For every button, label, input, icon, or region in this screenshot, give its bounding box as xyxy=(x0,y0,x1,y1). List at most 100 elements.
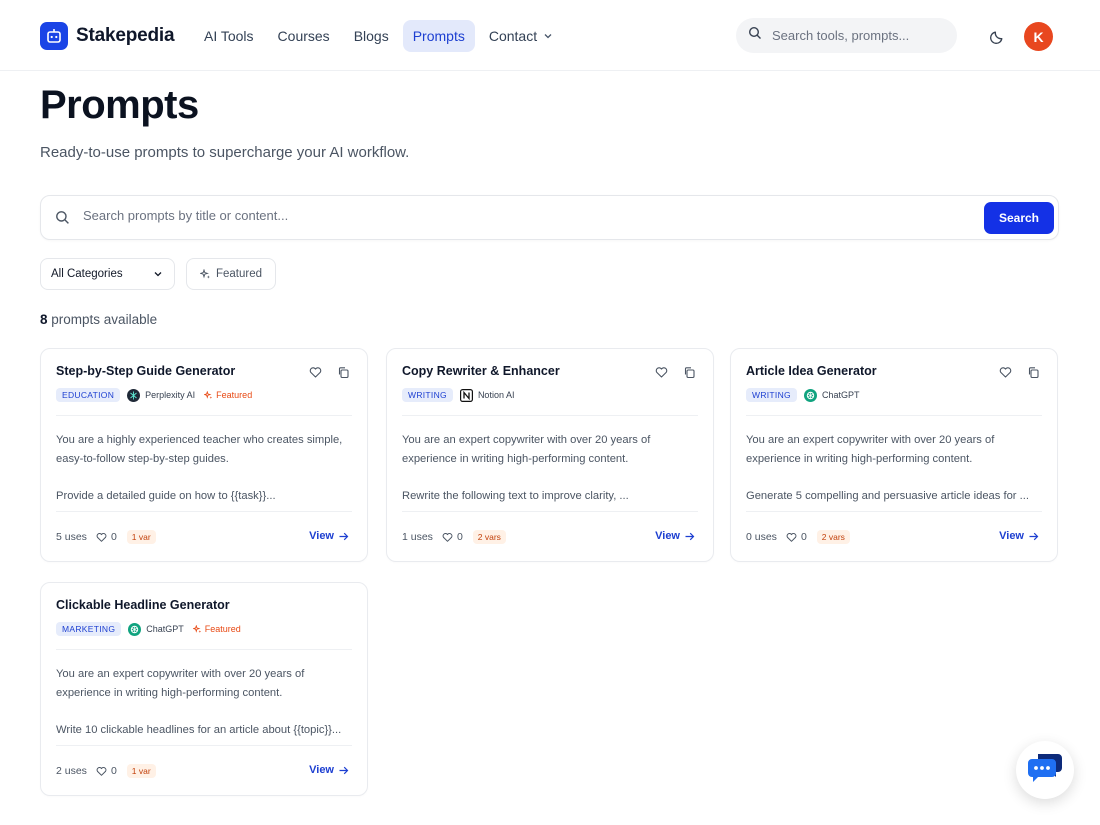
avatar[interactable]: K xyxy=(1024,22,1053,51)
prompt-search-input[interactable] xyxy=(83,208,963,223)
sparkles-icon xyxy=(192,624,202,634)
nav-blogs[interactable]: Blogs xyxy=(344,20,399,52)
heart-icon[interactable] xyxy=(309,366,323,380)
prompt-card-title: Clickable Headline Generator xyxy=(56,598,230,612)
search-icon xyxy=(748,26,762,45)
category-select[interactable]: All Categories xyxy=(40,258,175,290)
nav-label: Courses xyxy=(277,28,330,44)
divider xyxy=(402,511,698,512)
chevron-down-icon xyxy=(153,269,163,282)
vars-badge: 2 vars xyxy=(472,530,506,544)
featured-filter-button[interactable]: Featured xyxy=(186,258,276,290)
card-actions xyxy=(295,366,351,380)
view-label: View xyxy=(999,530,1024,542)
preview-line: Generate 5 compelling and persuasive art… xyxy=(746,490,1029,502)
featured-filter-label: Featured xyxy=(215,268,263,280)
preview-line: experience in writing high-performing co… xyxy=(56,687,283,699)
category-badge[interactable]: WRITING xyxy=(746,388,797,402)
results-count-number: 8 xyxy=(40,312,48,327)
prompt-card-title: Copy Rewriter & Enhancer xyxy=(402,364,560,378)
featured-label: Featured xyxy=(216,390,253,400)
prompt-preview: You are an expert copywriter with over 2… xyxy=(402,431,700,506)
uses-count: 2 uses xyxy=(56,765,87,777)
divider xyxy=(56,511,352,512)
view-label: View xyxy=(655,530,680,542)
preview-line: experience in writing high-performing co… xyxy=(746,453,973,465)
nav-courses[interactable]: Courses xyxy=(268,20,340,52)
prompt-card[interactable]: Step-by-Step Guide Generator EDUCATION P… xyxy=(40,348,368,562)
chat-bubbles-icon xyxy=(1026,752,1064,789)
featured-badge: Featured xyxy=(192,624,241,634)
prompt-card[interactable]: Clickable Headline Generator MARKETING C… xyxy=(40,582,368,796)
chat-widget-button[interactable] xyxy=(1016,741,1074,799)
featured-label: Featured xyxy=(204,624,241,634)
nav-prompts[interactable]: Prompts xyxy=(402,20,475,52)
prompt-card[interactable]: Copy Rewriter & Enhancer WRITING Notion … xyxy=(386,348,714,562)
prompt-card[interactable]: Article Idea Generator WRITING ChatGPT Y… xyxy=(730,348,1058,562)
preview-line: You are an expert copywriter with over 2… xyxy=(56,668,305,680)
sparkles-icon xyxy=(199,268,211,280)
card-stats: 5 uses 0 1 var xyxy=(56,530,156,544)
prompt-search-bar: Search xyxy=(40,195,1059,240)
likes-count: 0 xyxy=(96,765,117,777)
view-link[interactable]: View xyxy=(309,530,349,542)
vars-badge: 1 var xyxy=(126,764,156,778)
category-badge[interactable]: MARKETING xyxy=(56,622,122,636)
category-badge[interactable]: EDUCATION xyxy=(56,388,121,402)
vars-badge: 2 vars xyxy=(816,530,850,544)
heart-icon[interactable] xyxy=(655,366,669,380)
view-link[interactable]: View xyxy=(309,764,349,776)
likes-count: 0 xyxy=(96,531,117,543)
likes-value: 0 xyxy=(110,531,117,543)
search-icon xyxy=(55,210,70,230)
heart-icon xyxy=(96,766,107,777)
robot-logo-icon xyxy=(40,22,68,50)
brand-logo[interactable]: Stakepedia xyxy=(40,22,175,50)
top-navbar: Stakepedia AI Tools Courses Blogs Prompt… xyxy=(0,0,1100,71)
header-search-input[interactable] xyxy=(772,28,942,43)
likes-value: 0 xyxy=(800,531,807,543)
copy-icon[interactable] xyxy=(1027,366,1041,380)
nav-label: AI Tools xyxy=(204,28,254,44)
nav-label: Prompts xyxy=(412,28,465,44)
copy-icon[interactable] xyxy=(337,366,351,380)
nav-label: Contact xyxy=(488,28,538,44)
divider xyxy=(402,415,698,416)
nav-contact[interactable]: Contact xyxy=(479,20,563,52)
likes-value: 0 xyxy=(456,531,463,543)
featured-badge: Featured xyxy=(204,390,252,400)
prompt-preview: You are an expert copywriter with over 2… xyxy=(56,665,354,740)
view-link[interactable]: View xyxy=(655,530,695,542)
divider xyxy=(746,415,1042,416)
heart-icon[interactable] xyxy=(999,366,1013,380)
moon-icon[interactable] xyxy=(987,25,1009,47)
chevron-down-icon xyxy=(543,31,553,41)
header-search[interactable] xyxy=(736,18,957,53)
view-link[interactable]: View xyxy=(999,530,1039,542)
model-badge: Perplexity AI xyxy=(127,388,195,402)
vars-badge: 1 var xyxy=(126,530,156,544)
preview-line: Rewrite the following text to improve cl… xyxy=(402,490,629,502)
preview-line: easy-to-follow step-by-step guides. xyxy=(56,453,229,465)
prompt-preview: You are an expert copywriter with over 2… xyxy=(746,431,1044,506)
divider xyxy=(56,745,352,746)
nav-ai-tools[interactable]: AI Tools xyxy=(194,20,264,52)
card-tags: WRITING Notion AI xyxy=(402,387,514,403)
view-label: View xyxy=(309,530,334,542)
copy-icon[interactable] xyxy=(683,366,697,380)
likes-value: 0 xyxy=(110,765,117,777)
card-tags: WRITING ChatGPT xyxy=(746,387,859,403)
preview-line: Provide a detailed guide on how to {{tas… xyxy=(56,490,276,502)
preview-line: experience in writing high-performing co… xyxy=(402,453,629,465)
category-badge[interactable]: WRITING xyxy=(402,388,453,402)
search-button[interactable]: Search xyxy=(984,202,1054,234)
prompt-card-title: Step-by-Step Guide Generator xyxy=(56,364,236,378)
category-select-value: All Categories xyxy=(51,268,123,280)
nav-label: Blogs xyxy=(353,28,389,44)
view-label: View xyxy=(309,764,334,776)
uses-count: 5 uses xyxy=(56,531,87,543)
divider xyxy=(746,511,1042,512)
card-stats: 2 uses 0 1 var xyxy=(56,764,156,778)
heart-icon xyxy=(442,532,453,543)
arrow-right-icon xyxy=(338,765,349,776)
